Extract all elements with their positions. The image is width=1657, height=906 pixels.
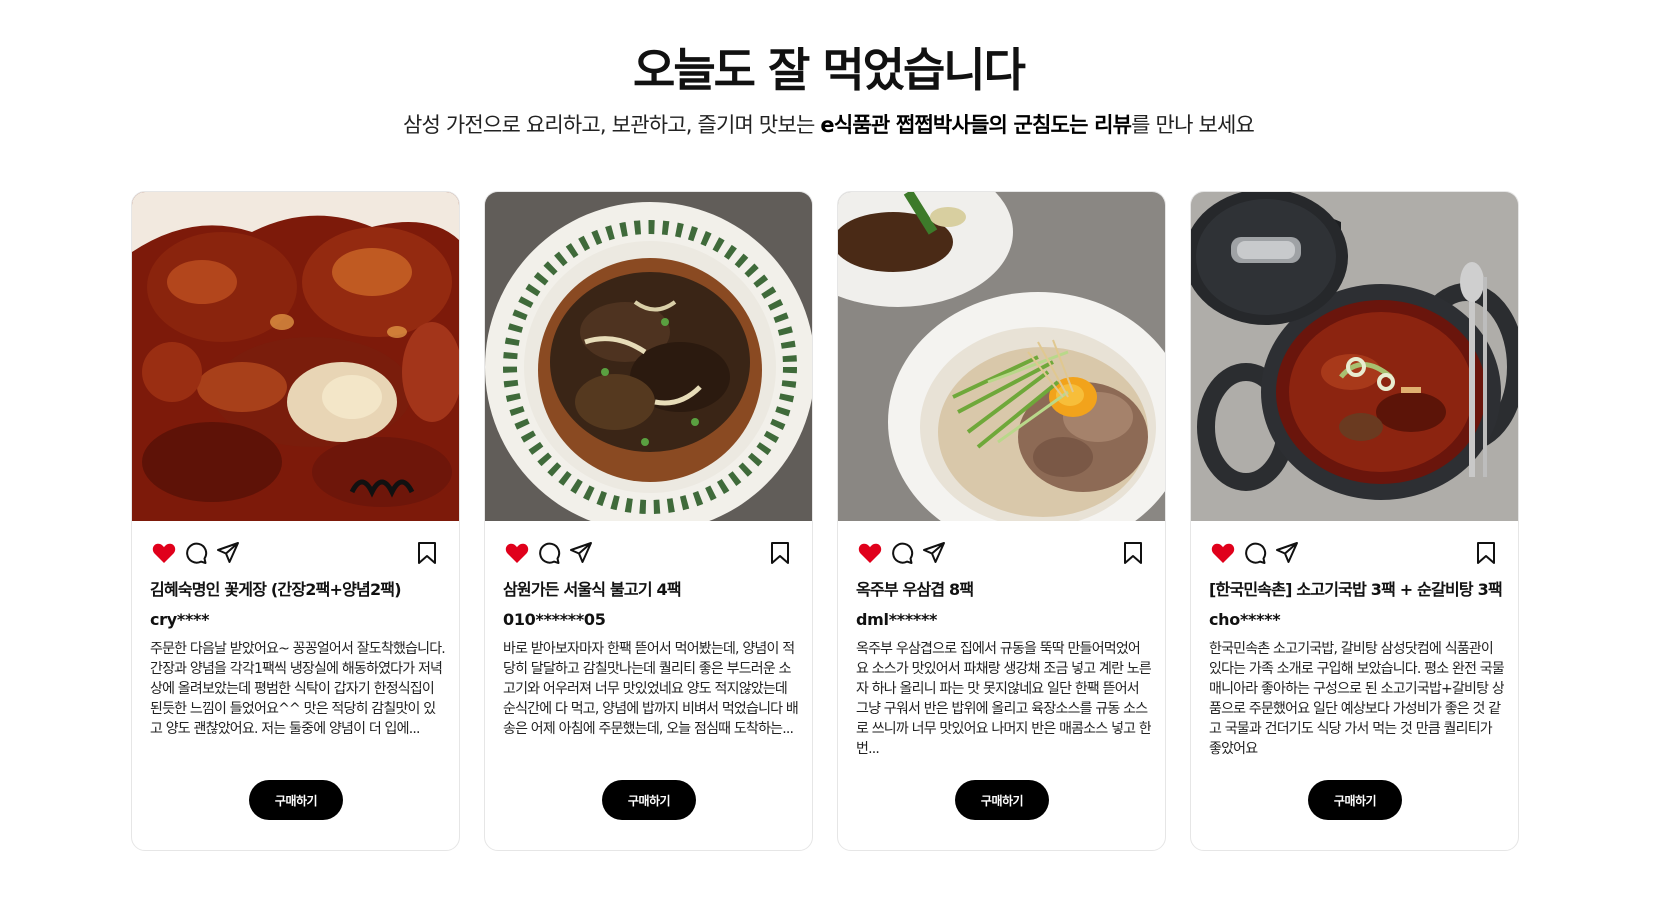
review-card: 옥주부 우삼겹 8팩 dml****** 옥주부 우삼겹으로 집에서 규동을 뚝… xyxy=(837,191,1166,851)
reviewer-id: dml****** xyxy=(856,610,938,629)
share-icon[interactable] xyxy=(567,539,595,567)
review-card: 김혜숙명인 꽃게장 (간장2팩+양념2팩) cry**** 주문한 다음날 받았… xyxy=(131,191,460,851)
review-text: 주문한 다음날 받았어요~ 꽁꽁얼어서 잘도착했습니다. 간장과 양념을 각각1… xyxy=(150,641,445,737)
buy-button[interactable]: 구매하기 xyxy=(1308,780,1402,820)
bookmark-icon[interactable] xyxy=(1119,539,1147,567)
heart-icon[interactable] xyxy=(150,539,178,567)
page-title: 오늘도 잘 먹었습니다 xyxy=(633,43,1026,97)
reviewer-id: 010******05 xyxy=(503,610,606,629)
action-bar xyxy=(856,539,1147,567)
share-icon[interactable] xyxy=(1273,539,1301,567)
review-card-list: 김혜숙명인 꽃게장 (간장2팩+양념2팩) cry**** 주문한 다음날 받았… xyxy=(131,191,1519,851)
comment-icon[interactable] xyxy=(182,539,210,567)
comment-icon[interactable] xyxy=(1241,539,1269,567)
heart-icon[interactable] xyxy=(1209,539,1237,567)
review-text: 한국민속촌 소고기국밥, 갈비탕 삼성닷컴에 식품관이 있다는 가족 소개로 구… xyxy=(1209,641,1504,757)
action-bar xyxy=(150,539,441,567)
product-name[interactable]: 김혜숙명인 꽃게장 (간장2팩+양념2팩) xyxy=(150,579,449,601)
bookmark-icon[interactable] xyxy=(766,539,794,567)
review-card: [한국민속촌] 소고기국밥 3팩 + 순갈비탕 3팩 cho***** 한국민속… xyxy=(1190,191,1519,851)
review-text: 바로 받아보자마자 한팩 뜯어서 먹어봤는데, 양념이 적당히 달달하고 감칠맛… xyxy=(503,641,798,737)
page-subtitle: 삼성 가전으로 요리하고, 보관하고, 즐기며 맛보는 e식품관 쩝쩝박사들의 … xyxy=(0,110,1657,140)
product-name[interactable]: [한국민속촌] 소고기국밥 3팩 + 순갈비탕 3팩 xyxy=(1209,579,1508,601)
share-icon[interactable] xyxy=(214,539,242,567)
comment-icon[interactable] xyxy=(535,539,563,567)
subtitle-suffix: 를 만나 보세요 xyxy=(1131,113,1255,137)
review-photo-crab[interactable] xyxy=(132,192,459,521)
reviewer-id: cry**** xyxy=(150,610,210,629)
review-photo-bulgogi[interactable] xyxy=(485,192,812,521)
action-bar xyxy=(1209,539,1500,567)
reviewer-id: cho***** xyxy=(1209,610,1281,629)
product-name[interactable]: 삼원가든 서울식 불고기 4팩 xyxy=(503,579,802,601)
review-photo-gyudon[interactable] xyxy=(838,192,1165,521)
share-icon[interactable] xyxy=(920,539,948,567)
heart-icon[interactable] xyxy=(503,539,531,567)
buy-button[interactable]: 구매하기 xyxy=(602,780,696,820)
subtitle-prefix: 삼성 가전으로 요리하고, 보관하고, 즐기며 맛보는 xyxy=(402,113,821,137)
review-card: 삼원가든 서울식 불고기 4팩 010******05 바로 받아보자마자 한팩… xyxy=(484,191,813,851)
buy-button[interactable]: 구매하기 xyxy=(249,780,343,820)
buy-button[interactable]: 구매하기 xyxy=(955,780,1049,820)
comment-icon[interactable] xyxy=(888,539,916,567)
review-photo-gukbap[interactable] xyxy=(1191,192,1518,521)
heart-icon[interactable] xyxy=(856,539,884,567)
subtitle-highlight: e식품관 쩝쩝박사들의 군침도는 리뷰 xyxy=(820,113,1132,137)
review-text: 옥주부 우삼겹으로 집에서 규동을 뚝딱 만들어먹었어요 소스가 맛있어서 파채… xyxy=(856,641,1151,757)
action-bar xyxy=(503,539,794,567)
bookmark-icon[interactable] xyxy=(1472,539,1500,567)
bookmark-icon[interactable] xyxy=(413,539,441,567)
product-name[interactable]: 옥주부 우삼겹 8팩 xyxy=(856,579,1155,601)
